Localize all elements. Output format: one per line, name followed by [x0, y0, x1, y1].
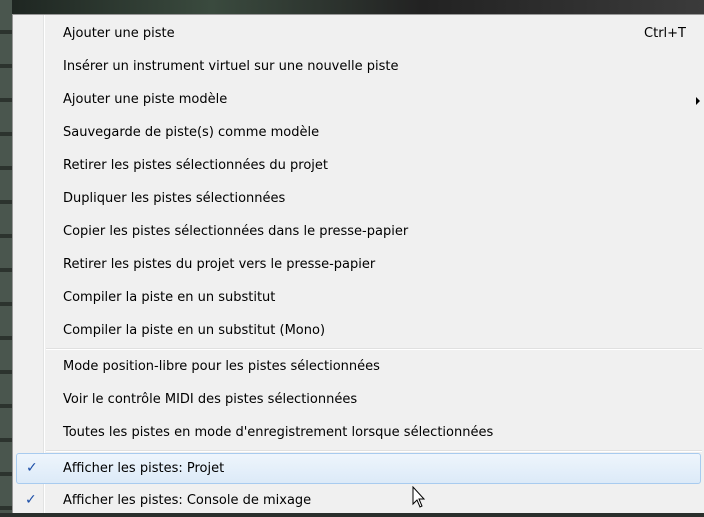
menu-item-label: Copier les pistes sélectionnées dans le …	[63, 224, 409, 239]
menu-item-label: Compiler la piste en un substitut	[63, 290, 276, 305]
submenu-arrow-icon	[696, 97, 700, 105]
menu-item-add-track[interactable]: Ajouter une piste Ctrl+T	[15, 19, 704, 50]
menu-item-label: Afficher les pistes: Projet	[63, 461, 225, 476]
menu-item-label: Compiler la piste en un substitut (Mono)	[63, 323, 326, 338]
menu-item-label: Ajouter une piste modèle	[63, 92, 228, 107]
menu-separator	[46, 450, 702, 452]
menu-item-label: Sauvegarde de piste(s) comme modèle	[63, 125, 320, 140]
menu-item-bounce-track[interactable]: Compiler la piste en un substitut	[15, 283, 704, 314]
menu-item-duplicate-tracks[interactable]: Dupliquer les pistes sélectionnées	[15, 184, 704, 215]
menu-item-copy-tracks-clipboard[interactable]: Copier les pistes sélectionnées dans le …	[15, 217, 704, 248]
menu-item-insert-virtual-instrument[interactable]: Insérer un instrument virtuel sur une no…	[15, 52, 704, 83]
menu-item-label: Afficher les pistes: Console de mixage	[63, 493, 312, 508]
checkmark-icon: ✓	[25, 492, 37, 508]
menu-item-label: Insérer un instrument virtuel sur une no…	[63, 59, 399, 74]
menu-item-label: Toutes les pistes en mode d'enregistreme…	[63, 425, 494, 440]
background-toolbar	[0, 0, 704, 14]
menu-item-add-template-track[interactable]: Ajouter une piste modèle	[15, 85, 704, 116]
menu-item-label: Retirer les pistes sélectionnées du proj…	[63, 158, 329, 173]
menu-item-cut-tracks-clipboard[interactable]: Retirer les pistes du projet vers le pre…	[15, 250, 704, 281]
menu-item-label: Dupliquer les pistes sélectionnées	[63, 191, 286, 206]
menu-item-show-tracks-mixer[interactable]: ✓ Afficher les pistes: Console de mixage	[15, 486, 704, 517]
menu-item-shortcut: Ctrl+T	[644, 26, 686, 41]
menu-item-free-position-mode[interactable]: Mode position-libre pour les pistes séle…	[15, 352, 704, 383]
checkmark-icon: ✓	[26, 460, 38, 476]
menu-item-remove-selected-tracks[interactable]: Retirer les pistes sélectionnées du proj…	[15, 151, 704, 182]
menu-item-show-tracks-project[interactable]: ✓ Afficher les pistes: Projet	[16, 453, 701, 484]
context-menu: Ajouter une piste Ctrl+T Insérer un inst…	[12, 14, 704, 513]
menu-item-bounce-track-mono[interactable]: Compiler la piste en un substitut (Mono)	[15, 316, 704, 347]
background-track-list	[0, 0, 12, 513]
mouse-pointer-icon	[412, 486, 426, 508]
menu-item-label: Retirer les pistes du projet vers le pre…	[63, 257, 376, 272]
menu-item-label: Voir le contrôle MIDI des pistes sélecti…	[63, 392, 358, 407]
menu-item-midi-control[interactable]: Voir le contrôle MIDI des pistes sélecti…	[15, 385, 704, 416]
menu-item-record-on-select[interactable]: Toutes les pistes en mode d'enregistreme…	[15, 418, 704, 449]
menu-item-label: Mode position-libre pour les pistes séle…	[63, 359, 380, 374]
menu-separator	[46, 348, 702, 350]
menu-item-label: Ajouter une piste	[63, 26, 175, 41]
menu-item-save-track-template[interactable]: Sauvegarde de piste(s) comme modèle	[15, 118, 704, 149]
